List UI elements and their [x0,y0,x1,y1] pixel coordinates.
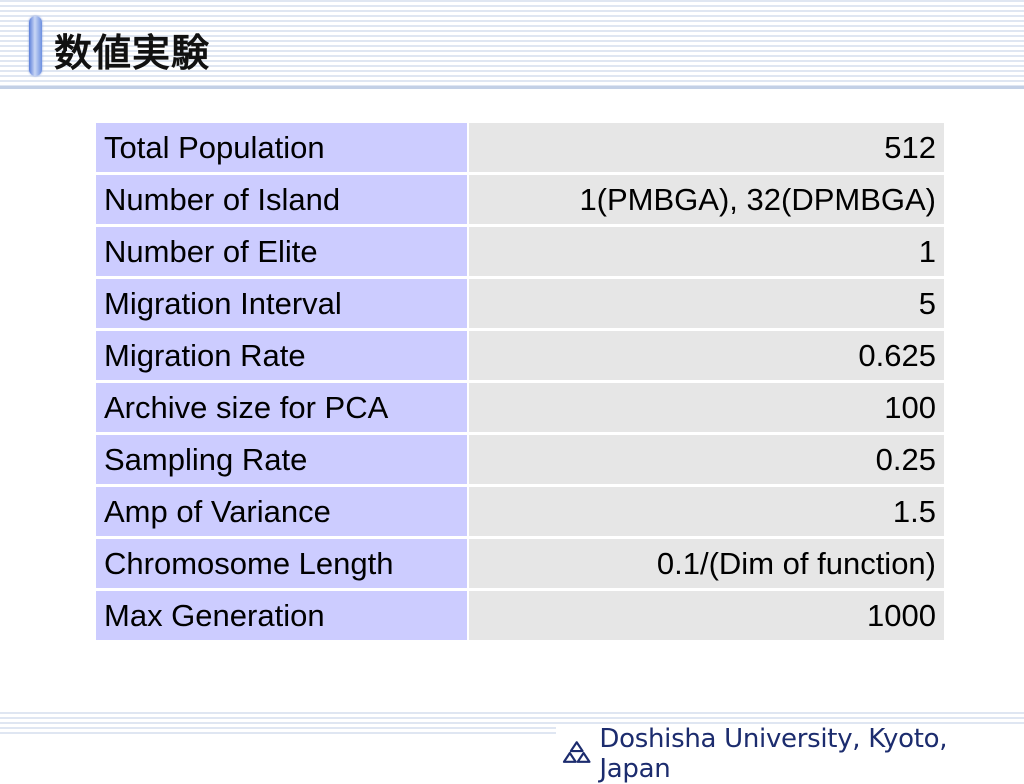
row-label: Migration Rate [96,331,467,380]
footer-institution-text: Doshisha University, Kyoto, Japan [599,724,948,784]
table-row: Sampling Rate 0.25 [96,435,944,484]
row-value: 0.25 [469,435,944,484]
table-row: Total Population 512 [96,123,944,172]
table-row: Number of Island 1(PMBGA), 32(DPMBGA) [96,175,944,224]
row-value: 1 [469,227,944,276]
row-label: Sampling Rate [96,435,467,484]
row-label: Amp of Variance [96,487,467,536]
table-row: Archive size for PCA 100 [96,383,944,432]
row-label: Number of Elite [96,227,467,276]
table-row: Migration Interval 5 [96,279,944,328]
doshisha-emblem-icon [562,741,591,763]
row-value: 1.5 [469,487,944,536]
parameter-table: Total Population 512 Number of Island 1(… [94,120,946,643]
table-row: Amp of Variance 1.5 [96,487,944,536]
table-row: Max Generation 1000 [96,591,944,640]
row-value: 512 [469,123,944,172]
row-value: 0.1/(Dim of function) [469,539,944,588]
row-value: 5 [469,279,944,328]
row-label: Total Population [96,123,467,172]
row-label: Number of Island [96,175,467,224]
row-value: 1000 [469,591,944,640]
row-value: 1(PMBGA), 32(DPMBGA) [469,175,944,224]
slide-title: 数値実験 [54,31,211,75]
table-row: Number of Elite 1 [96,227,944,276]
row-value: 0.625 [469,331,944,380]
row-label: Archive size for PCA [96,383,467,432]
table-row: Migration Rate 0.625 [96,331,944,380]
row-label: Migration Interval [96,279,467,328]
row-value: 100 [469,383,944,432]
title-bullet-icon [29,16,42,76]
footer-brand: Doshisha University, Kyoto, Japan [556,724,1024,784]
row-label: Chromosome Length [96,539,467,588]
table-row: Chromosome Length 0.1/(Dim of function) [96,539,944,588]
row-label: Max Generation [96,591,467,640]
